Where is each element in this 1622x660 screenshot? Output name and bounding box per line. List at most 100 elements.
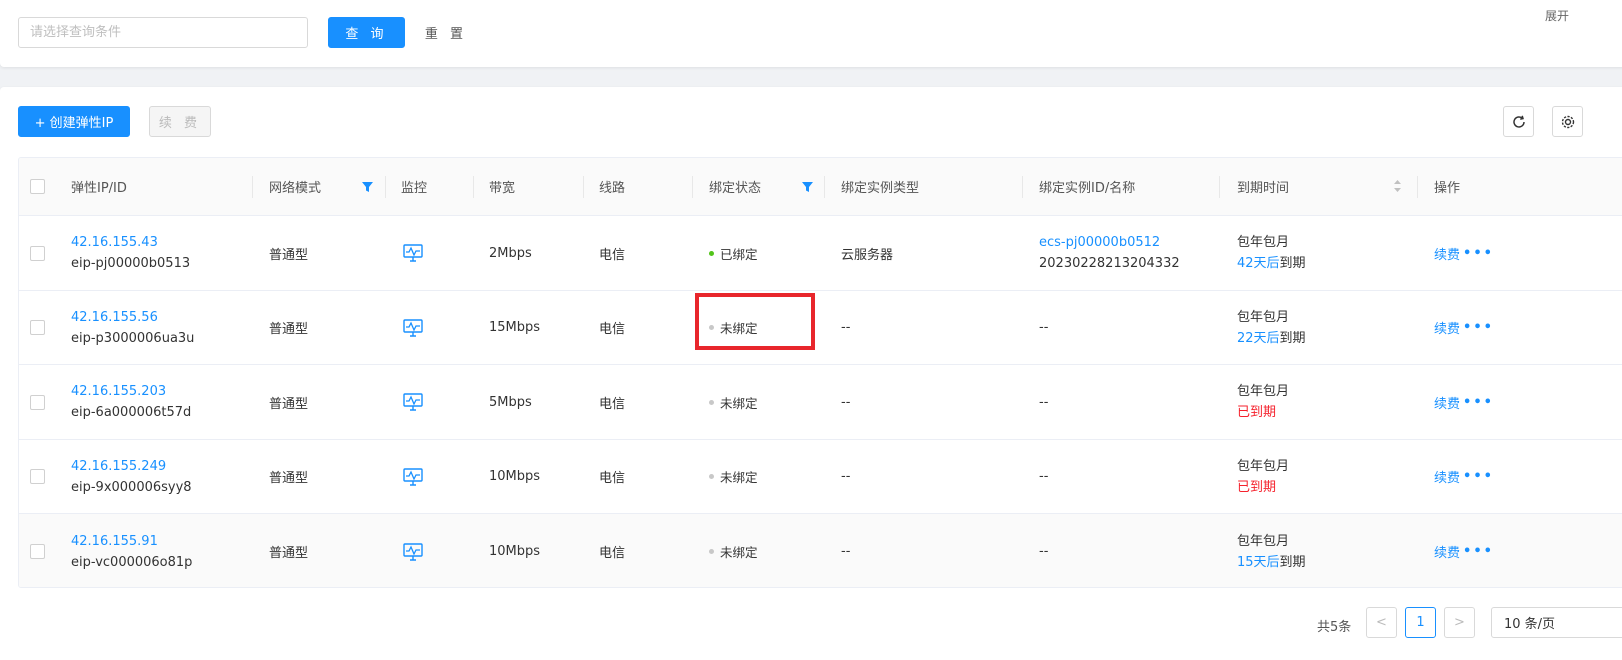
eip-id: eip-pj00000b0513 [71, 256, 191, 271]
network-mode: 普通型 [269, 247, 309, 263]
more-actions-icon[interactable]: ••• [1463, 469, 1494, 484]
bind-status-filter-icon[interactable] [802, 182, 813, 192]
more-actions-icon[interactable]: ••• [1463, 320, 1494, 335]
row-checkbox[interactable] [30, 320, 45, 335]
header-mode: 网络模式 [269, 181, 322, 196]
mode-filter-icon[interactable] [362, 182, 373, 192]
instance-id: -- [1039, 394, 1049, 410]
line: 电信 [599, 471, 626, 486]
header-line: 线路 [599, 181, 626, 196]
network-mode: 普通型 [269, 396, 309, 412]
renew-link[interactable]: 续费 [1434, 318, 1460, 337]
line: 电信 [599, 546, 626, 561]
refresh-icon [1512, 115, 1525, 128]
table-row: 42.16.155.203 eip-6a000006t57d 普通型 5Mbps… [19, 365, 1622, 440]
header-monitor: 监控 [401, 181, 428, 196]
row-checkbox[interactable] [30, 394, 45, 410]
search-panel: 查 询 重 置 展开 [0, 0, 1622, 67]
renew-link[interactable]: 续费 [1434, 542, 1460, 561]
bind-status: 已绑定 [709, 244, 758, 263]
eip-id: eip-p3000006ua3u [71, 330, 195, 346]
eip-table: 弹性IP/ID 网络模式 监控 带宽 线路 绑定状态 绑定实例类型 绑定实例ID… [18, 157, 1622, 588]
query-button[interactable]: 查 询 [328, 17, 405, 48]
billing-type: 包年包月 [1237, 235, 1290, 250]
instance-type: -- [841, 544, 851, 559]
eip-address-link[interactable]: 42.16.155.249 [71, 456, 166, 477]
billing-type: 包年包月 [1237, 309, 1290, 325]
row-checkbox[interactable] [30, 544, 45, 559]
expired-label: 已到期 [1237, 405, 1277, 420]
reset-button[interactable]: 重 置 [412, 17, 480, 48]
search-input[interactable] [18, 17, 308, 48]
bandwidth: 2Mbps [489, 245, 532, 261]
billing-type: 包年包月 [1237, 458, 1290, 474]
row-checkbox[interactable] [30, 245, 45, 261]
bind-status: 未绑定 [709, 467, 758, 486]
sort-icon[interactable] [1393, 179, 1402, 193]
create-eip-button[interactable]: + 创建弹性IP [18, 106, 130, 137]
more-actions-icon[interactable]: ••• [1463, 544, 1494, 559]
expire-info: 42天后到期 [1237, 256, 1306, 271]
monitor-icon [403, 542, 423, 561]
instance-type: 云服务器 [841, 247, 894, 263]
instance-id: -- [1039, 320, 1049, 335]
renew-link[interactable]: 续费 [1434, 393, 1460, 412]
monitor-icon [403, 393, 423, 411]
expired-label: 已到期 [1237, 479, 1277, 495]
bandwidth: 15Mbps [489, 320, 541, 335]
header-bandwidth: 带宽 [489, 181, 516, 196]
monitor-button[interactable] [403, 365, 423, 439]
more-actions-icon[interactable]: ••• [1463, 246, 1494, 261]
row-checkbox[interactable] [30, 469, 45, 484]
batch-renew-button[interactable]: 续 费 [149, 106, 211, 137]
network-mode: 普通型 [269, 322, 309, 337]
eip-address-link[interactable]: 42.16.155.91 [71, 531, 158, 552]
status-dot [709, 250, 714, 256]
instance-name: 20230228213204332 [1039, 256, 1180, 271]
table-row: 42.16.155.43 eip-pj00000b0513 普通型 2Mbps … [19, 216, 1622, 291]
eip-address-link[interactable]: 42.16.155.56 [71, 307, 158, 328]
header-bind-status: 绑定状态 [709, 181, 762, 196]
line: 电信 [599, 247, 626, 263]
page-size-select[interactable]: 10 条/页 [1491, 607, 1622, 638]
instance-id: -- [1039, 544, 1049, 559]
refresh-button[interactable] [1503, 106, 1534, 137]
bandwidth: 10Mbps [489, 544, 541, 559]
chevron-right-icon: > [1454, 615, 1465, 630]
eip-address-link[interactable]: 42.16.155.43 [71, 232, 158, 253]
monitor-button[interactable] [403, 291, 423, 364]
table-header: 弹性IP/ID 网络模式 监控 带宽 线路 绑定状态 绑定实例类型 绑定实例ID… [19, 158, 1622, 216]
monitor-button[interactable] [403, 514, 423, 587]
instance-type: -- [841, 469, 851, 484]
monitor-icon [403, 467, 423, 486]
eip-address-link[interactable]: 42.16.155.203 [71, 381, 166, 402]
monitor-button[interactable] [403, 440, 423, 513]
page-number-button[interactable]: 1 [1405, 607, 1436, 638]
instance-id: -- [1039, 469, 1049, 484]
prev-page-button[interactable]: < [1366, 607, 1397, 638]
expire-info: 15天后到期 [1237, 554, 1306, 570]
renew-link[interactable]: 续费 [1434, 244, 1460, 263]
monitor-icon [403, 318, 423, 337]
header-expire: 到期时间 [1237, 181, 1290, 196]
select-all-checkbox[interactable] [30, 179, 45, 194]
settings-button[interactable] [1552, 106, 1583, 137]
network-mode: 普通型 [269, 471, 309, 486]
instance-type: -- [841, 320, 851, 335]
gear-icon [1561, 115, 1574, 128]
bandwidth: 5Mbps [489, 394, 532, 410]
pagination-total: 共5条 [1317, 620, 1352, 635]
network-mode: 普通型 [269, 546, 309, 561]
status-dot [709, 474, 714, 479]
eip-id: eip-vc000006o81p [71, 554, 193, 570]
instance-id-link[interactable]: ecs-pj00000b0512 [1039, 232, 1160, 253]
renew-link[interactable]: 续费 [1434, 467, 1460, 486]
highlight-box [695, 293, 815, 350]
more-actions-icon[interactable]: ••• [1463, 395, 1494, 410]
header-instance-type: 绑定实例类型 [841, 181, 920, 196]
expand-link[interactable]: 展开 [1545, 7, 1569, 24]
next-page-button[interactable]: > [1444, 607, 1475, 638]
eip-list-panel: + 创建弹性IP 续 费 弹性IP/ID 网络模式 监控 带宽 线路 绑定状态 … [0, 87, 1622, 660]
billing-type: 包年包月 [1237, 533, 1290, 549]
monitor-button[interactable] [403, 216, 423, 290]
